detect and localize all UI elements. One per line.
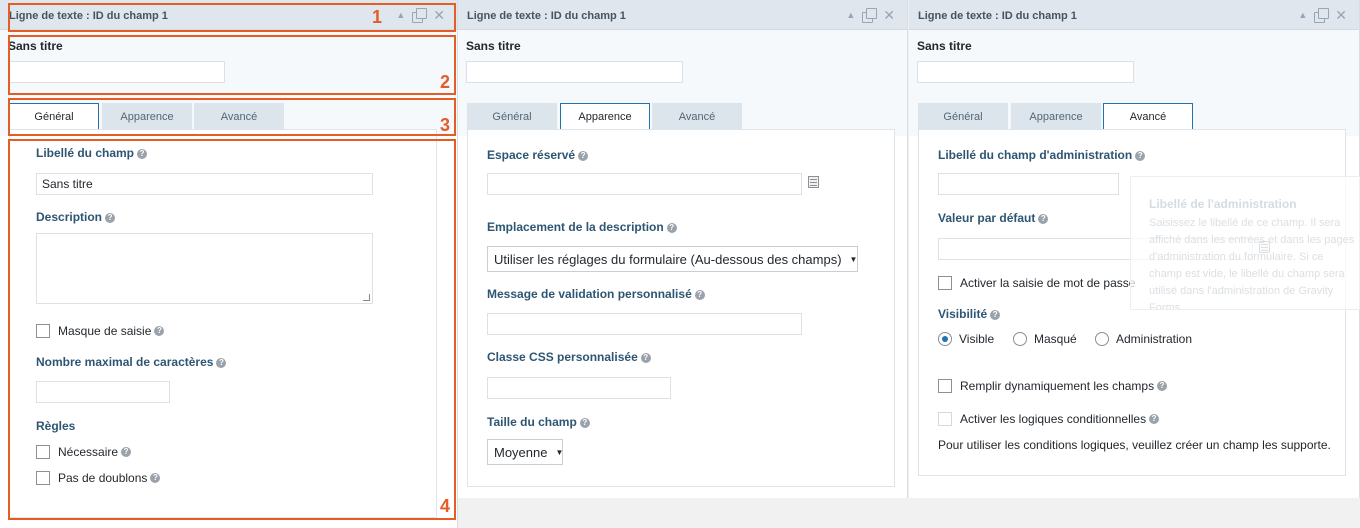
close-icon[interactable]: ✕ (1335, 8, 1347, 22)
placeholder-heading: Espace réservé? (487, 148, 589, 162)
password-checkbox[interactable] (938, 276, 952, 290)
field-settings-panel-appearance: Ligne de texte : ID du champ 1 ▲ ✕ Sans … (458, 0, 908, 498)
annotation-box-content (8, 139, 456, 520)
help-icon[interactable]: ? (578, 151, 589, 161)
help-icon[interactable]: ? (694, 290, 705, 300)
css-class-input[interactable] (487, 377, 671, 399)
field-title: Sans titre (917, 39, 972, 53)
tab-general[interactable]: Général (467, 103, 557, 130)
desc-location-select[interactable]: Utiliser les réglages du formulaire (Au-… (487, 246, 858, 272)
dynamic-fill-checkbox[interactable] (938, 379, 952, 393)
visibility-hidden-radio[interactable] (1013, 332, 1027, 346)
admin-label-heading: Libellé du champ d'administration? (938, 148, 1146, 162)
conditional-logic-checkbox (938, 412, 952, 426)
field-title-input[interactable] (917, 61, 1134, 83)
annotation-number-3: 3 (440, 115, 451, 135)
conditional-logic-option: Activer les logiques conditionnelles? (938, 412, 1160, 426)
help-icon[interactable]: ? (640, 353, 651, 363)
help-icon[interactable]: ? (1038, 214, 1049, 224)
annotation-number-1: 1 (372, 7, 383, 27)
validation-message-input[interactable] (487, 313, 802, 335)
duplicate-icon[interactable] (862, 8, 878, 23)
field-title: Sans titre (466, 39, 521, 53)
dynamic-fill-option[interactable]: Remplir dynamiquement les champs? (938, 379, 1168, 393)
duplicate-icon[interactable] (1314, 8, 1330, 23)
tab-advanced[interactable]: Avancé (1103, 103, 1193, 130)
admin-label-tooltip: Libellé de l'administration Saisissez le… (1130, 176, 1360, 310)
help-icon[interactable]: ? (1149, 414, 1160, 424)
close-icon[interactable]: ✕ (883, 8, 895, 22)
visibility-admin-radio[interactable] (1095, 332, 1109, 346)
visibility-visible-option[interactable]: Visible (938, 332, 994, 346)
annotation-box-title (8, 35, 456, 95)
visibility-visible-radio[interactable] (938, 332, 952, 346)
panel-header: Ligne de texte : ID du champ 1 ▲ ✕ (458, 0, 907, 30)
help-icon[interactable]: ? (1157, 381, 1168, 391)
field-title-input[interactable] (466, 61, 683, 83)
collapse-arrow-icon[interactable]: ▲ (1298, 8, 1307, 22)
tab-advanced[interactable]: Avancé (652, 103, 742, 130)
panel-header: Ligne de texte : ID du champ 1 ▲ ✕ (909, 0, 1359, 30)
tab-content-appearance: Espace réservé? Emplacement de la descri… (467, 129, 895, 487)
help-icon[interactable]: ? (1135, 151, 1146, 161)
password-option[interactable]: Activer la saisie de mot de passe (938, 276, 1135, 290)
admin-label-input[interactable] (938, 173, 1119, 195)
tooltip-title: Libellé de l'administration (1149, 197, 1297, 211)
field-size-select[interactable]: Moyenne ▼ (487, 439, 563, 465)
css-class-heading: Classe CSS personnalisée? (487, 350, 651, 364)
tooltip-text: Saisissez le libellé de ce champ. Il ser… (1149, 217, 1355, 310)
visibility-admin-option[interactable]: Administration (1095, 332, 1192, 346)
tab-appearance[interactable]: Apparence (560, 103, 650, 130)
validation-message-heading: Message de validation personnalisé? (487, 287, 705, 301)
panel-header-title: Ligne de texte : ID du champ 1 (918, 10, 1077, 22)
field-title-area: Sans titre (458, 30, 907, 100)
default-value-heading: Valeur par défaut? (938, 211, 1049, 225)
tab-appearance[interactable]: Apparence (1011, 103, 1101, 130)
conditional-logic-note: Pour utiliser les conditions logiques, v… (938, 438, 1331, 452)
panel-header-title: Ligne de texte : ID du champ 1 (467, 10, 626, 22)
help-icon[interactable]: ? (579, 418, 590, 428)
collapse-arrow-icon[interactable]: ▲ (846, 8, 855, 22)
merge-tag-icon[interactable] (808, 176, 819, 188)
field-title-area: Sans titre (909, 30, 1359, 100)
annotation-number-2: 2 (440, 72, 451, 92)
help-icon[interactable]: ? (990, 310, 1001, 320)
chevron-down-icon: ▼ (849, 254, 858, 264)
visibility-heading: Visibilité? (938, 307, 1001, 321)
annotation-box-tabs (8, 98, 456, 136)
desc-location-heading: Emplacement de la description? (487, 220, 677, 234)
visibility-hidden-option[interactable]: Masqué (1013, 332, 1077, 346)
chevron-down-icon: ▼ (555, 447, 564, 457)
annotation-number-4: 4 (440, 496, 451, 516)
tab-general[interactable]: Général (918, 103, 1008, 130)
field-size-heading: Taille du champ? (487, 415, 590, 429)
help-icon[interactable]: ? (666, 223, 677, 233)
annotation-box-header (8, 3, 456, 32)
placeholder-input[interactable] (487, 173, 802, 195)
